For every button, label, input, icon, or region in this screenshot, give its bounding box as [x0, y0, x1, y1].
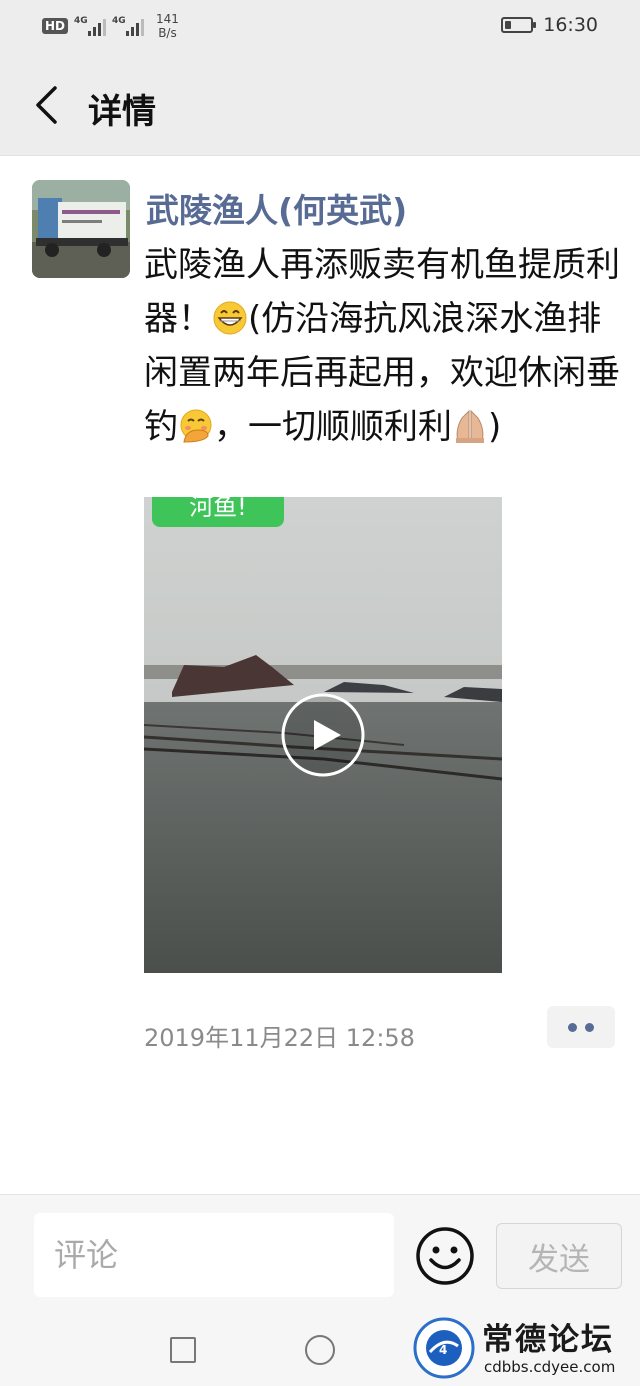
signal-icon: 4G [112, 16, 145, 36]
clock: 16:30 [543, 14, 598, 36]
status-left: HD 4G 4G 141 B/s [42, 12, 179, 40]
nav-bar: 4 常德论坛 cdbbs.cdyee.com [0, 1308, 640, 1386]
moment-post: 武陵渔人(何英武) 武陵渔人再添贩卖有机鱼提质利器！ (仿沿海抗风浪深水渔排闲置… [0, 156, 640, 1194]
post-timestamp: 2019年11月22日 12:58 [144, 1024, 415, 1052]
comment-bar: 发送 [0, 1194, 640, 1308]
top-region: HD 4G 4G 141 B/s 16:30 详情 [0, 0, 640, 156]
video-overlay-label: 河鱼! [152, 497, 284, 527]
send-button[interactable]: 发送 [496, 1223, 622, 1289]
grinning-face-icon [213, 301, 247, 335]
battery-icon [501, 17, 537, 33]
status-right: 16:30 [501, 14, 598, 36]
network-type-label: 4G [74, 16, 88, 26]
post-text: 武陵渔人再添贩卖有机鱼提质利器！ (仿沿海抗风浪深水渔排闲置两年后再起用，欢迎休… [144, 238, 624, 454]
play-icon [281, 693, 365, 777]
watermark: 4 常德论坛 cdbbs.cdyee.com [412, 1312, 638, 1384]
smiley-icon[interactable] [414, 1225, 476, 1287]
status-bar: HD 4G 4G 141 B/s 16:30 [0, 0, 640, 54]
page-title: 详情 [88, 92, 156, 132]
network-type-label: 4G [112, 16, 126, 26]
post-text-segment: ) [488, 407, 502, 447]
battery-fill [505, 21, 512, 29]
avatar[interactable] [32, 180, 130, 278]
chevron-left-icon [36, 86, 57, 124]
forum-logo-icon: 4 [413, 1317, 475, 1379]
watermark-url: cdbbs.cdyee.com [484, 1358, 616, 1376]
screen: HD 4G 4G 141 B/s 16:30 详情 武陵渔人(何英武) 武陵渔人… [0, 0, 640, 1386]
folded-hands-icon [456, 409, 484, 443]
network-speed-value: 141 [156, 12, 179, 26]
more-dots-icon [585, 1022, 594, 1032]
author-name[interactable]: 武陵渔人(何英武) [146, 184, 407, 232]
network-speed: 141 B/s [156, 12, 179, 40]
comment-input[interactable] [34, 1213, 394, 1297]
avatar-image [32, 180, 130, 278]
post-text-segment: ，一切顺顺利利 [214, 407, 452, 447]
square-icon[interactable] [170, 1337, 196, 1363]
circle-icon[interactable] [305, 1335, 335, 1365]
back-button[interactable] [22, 78, 70, 132]
signal-icon: 4G [74, 16, 107, 36]
hd-badge: HD [42, 18, 69, 34]
watermark-title: 常德论坛 [482, 1322, 614, 1358]
network-speed-unit: B/s [158, 26, 177, 40]
more-actions-button[interactable] [547, 1006, 615, 1048]
face-with-hand-over-mouth-icon [180, 409, 212, 443]
svg-text:4: 4 [439, 1343, 447, 1357]
header: 详情 [0, 54, 640, 156]
more-dots-icon [568, 1022, 577, 1032]
video-thumbnail[interactable]: 河鱼! [144, 497, 502, 973]
